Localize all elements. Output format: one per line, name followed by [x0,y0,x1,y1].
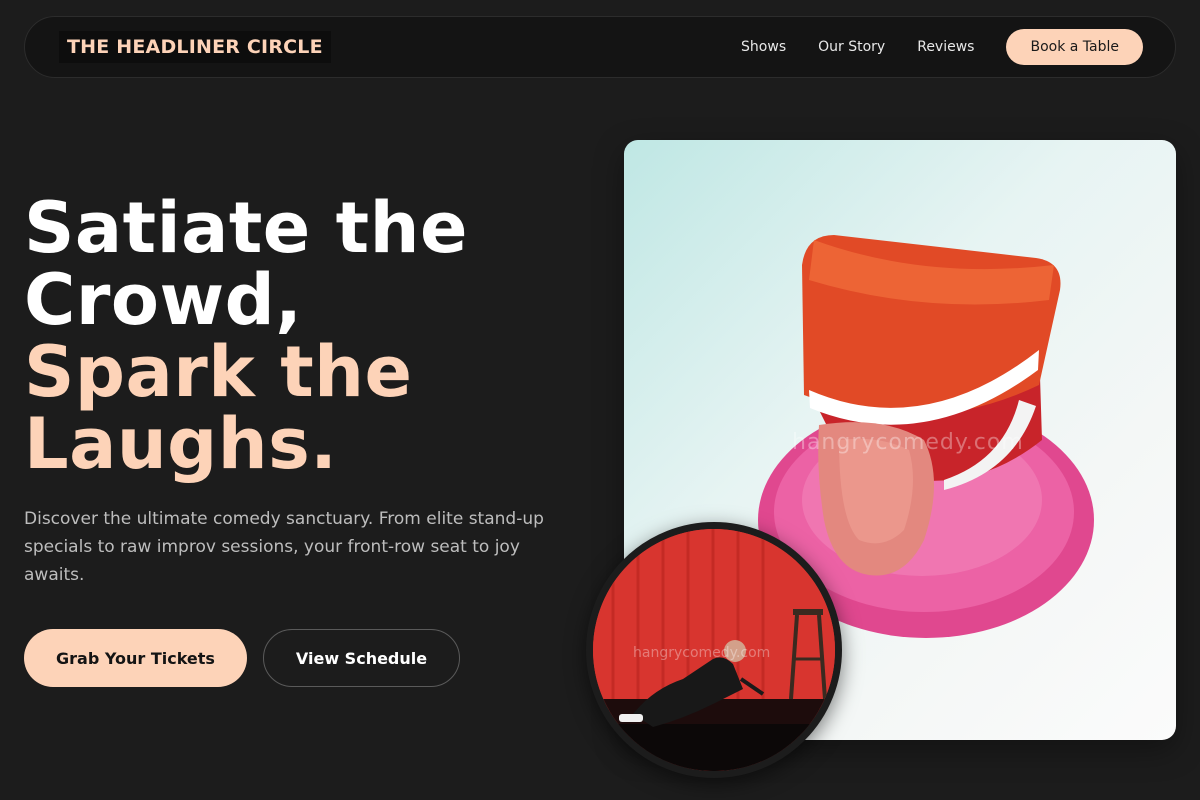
nav-links: Shows Our Story Reviews Book a Table [741,29,1143,65]
view-schedule-button[interactable]: View Schedule [263,629,460,687]
book-table-button[interactable]: Book a Table [1006,29,1143,65]
nav-link-shows[interactable]: Shows [741,39,786,55]
nav-link-reviews[interactable]: Reviews [917,39,974,55]
photo-watermark: hangrycomedy.com [633,645,771,661]
hero-description: Discover the ultimate comedy sanctuary. … [24,509,544,585]
headline-line-3: Spark the [24,331,413,413]
nav-link-our-story[interactable]: Our Story [818,39,885,55]
site-logo[interactable]: THE HEADLINER CIRCLE [59,31,331,63]
grab-tickets-button[interactable]: Grab Your Tickets [24,629,247,687]
headline-line-2: Crowd, [24,259,303,341]
image-watermark: hangrycomedy.com [792,430,1024,455]
headline-line-1: Satiate the [24,187,468,269]
headline-line-4: Laughs. [24,403,338,485]
comedian-stage-photo: hangrycomedy.com [586,522,842,778]
hero-headline: Satiate the Crowd, Spark the Laughs. [24,192,468,480]
top-navbar: THE HEADLINER CIRCLE Shows Our Story Rev… [24,16,1176,78]
